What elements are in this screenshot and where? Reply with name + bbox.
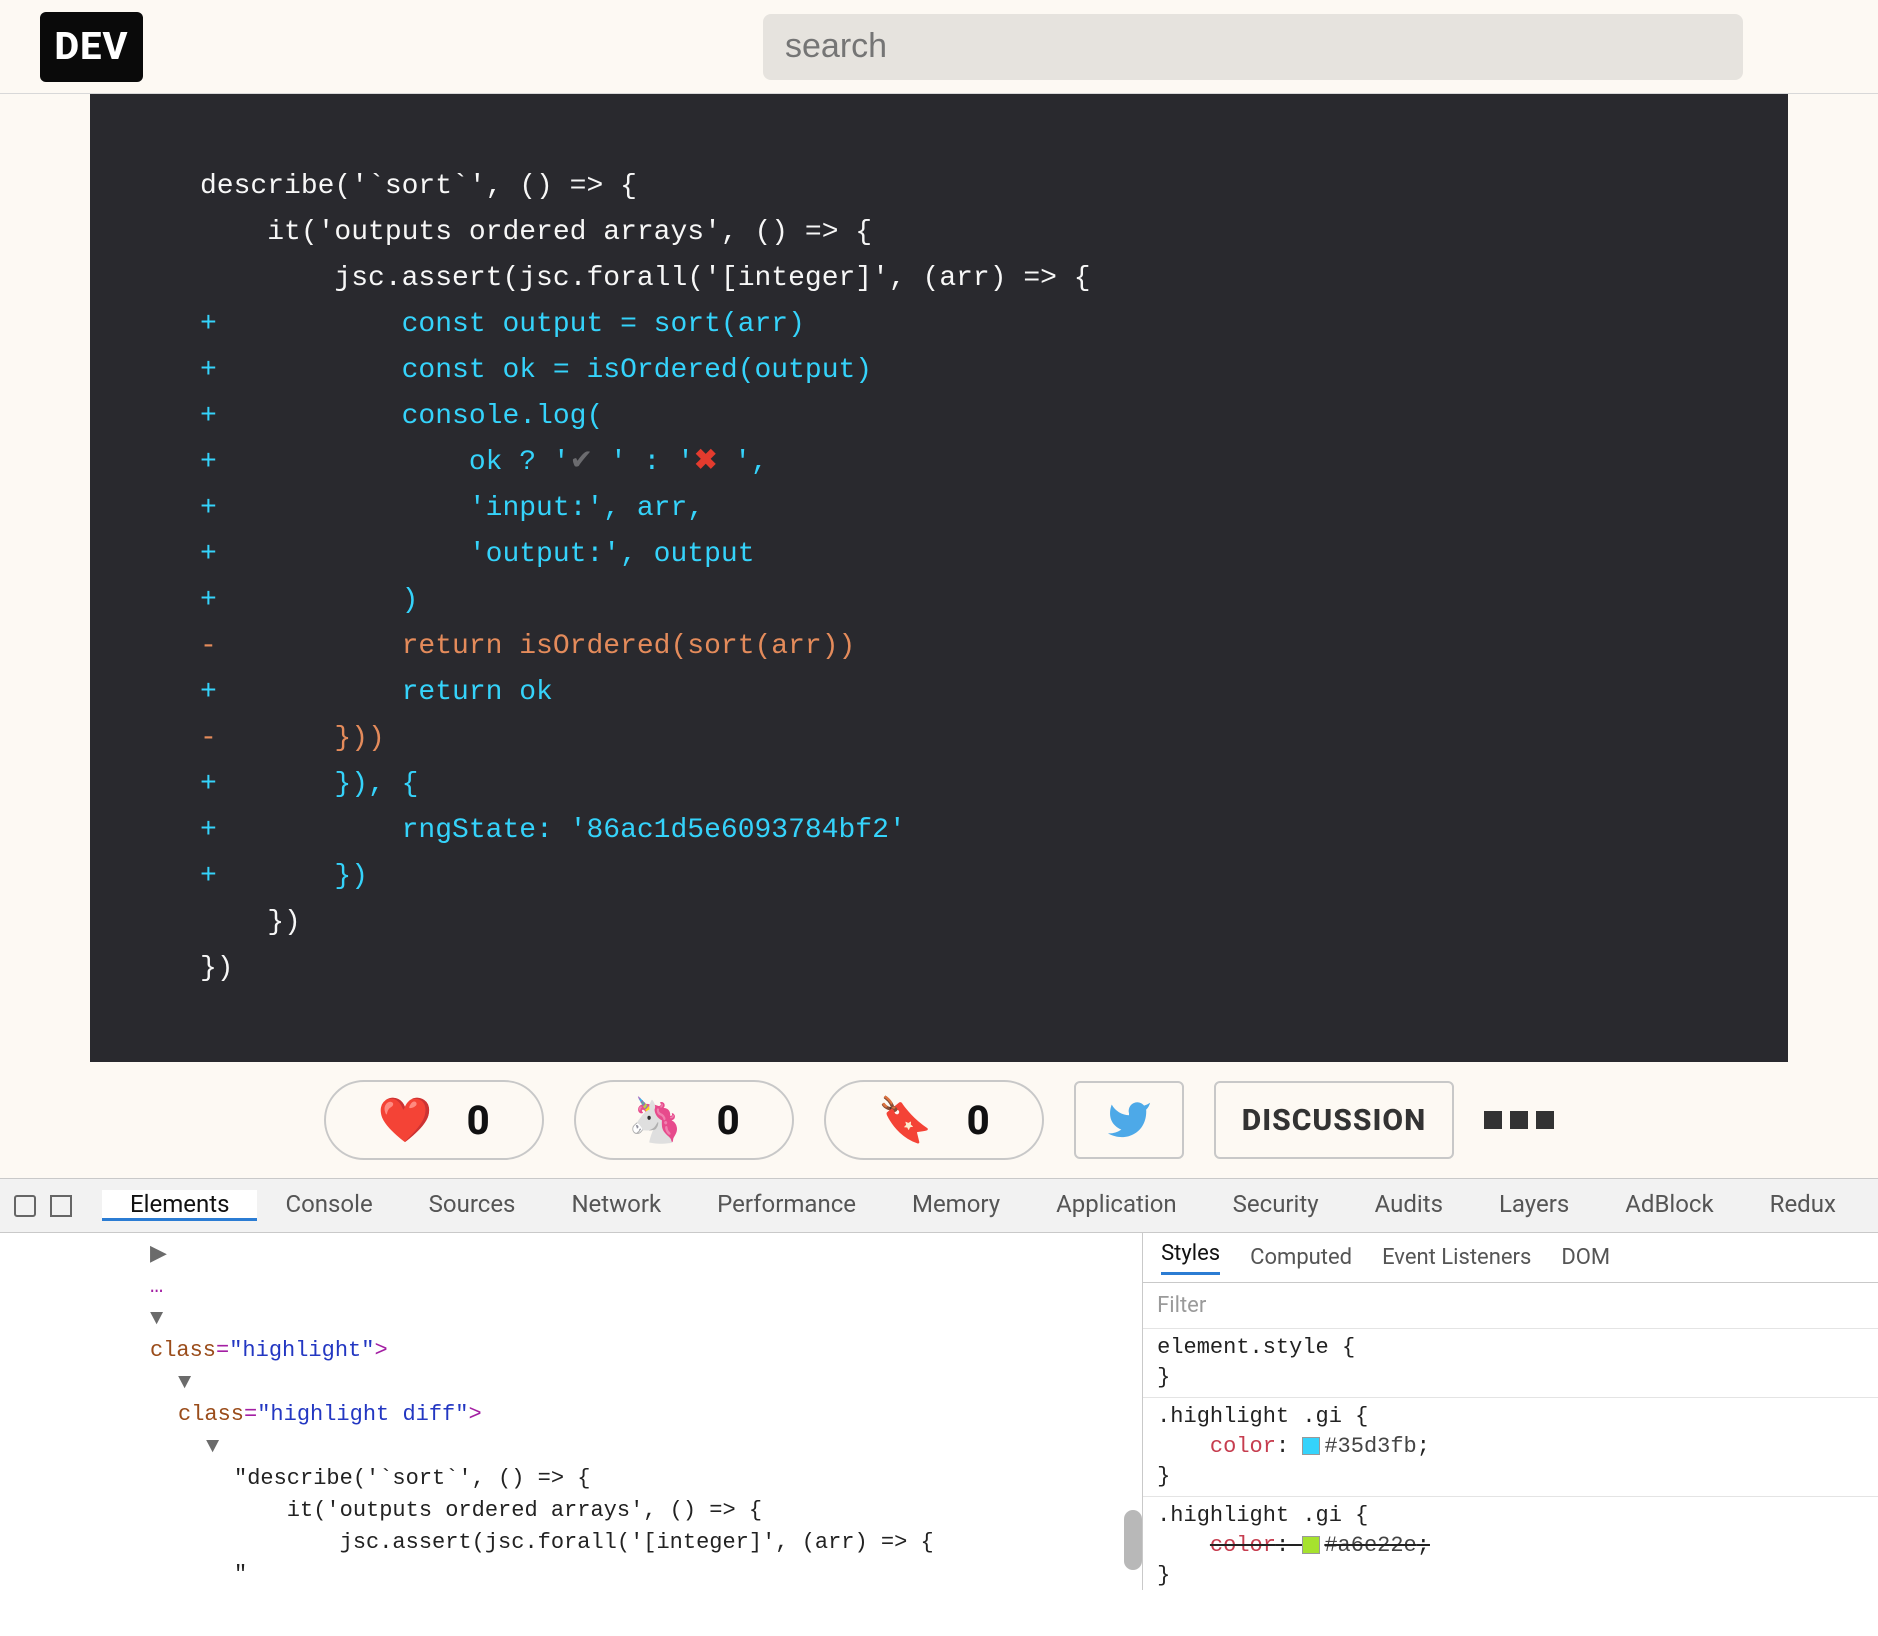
rule-selector: .highlight .gi { — [1157, 1501, 1864, 1531]
devtools-tab-reac[interactable]: Reac — [1864, 1190, 1878, 1218]
diff-added-line: + return ok — [200, 670, 1728, 716]
devtools-body: ▶…▼class="highlight">▼class="highlight d… — [0, 1233, 1878, 1590]
devtools-tab-memory[interactable]: Memory — [884, 1190, 1028, 1218]
styles-tab-dom[interactable]: DOM — [1561, 1245, 1610, 1270]
dom-node[interactable]: "describe('`sort`', () => { — [150, 1463, 1142, 1495]
dot-icon — [1536, 1111, 1554, 1129]
heart-reaction[interactable]: ❤️ 0 — [324, 1080, 544, 1160]
heart-count: 0 — [467, 1097, 490, 1144]
twitter-share-button[interactable] — [1074, 1081, 1184, 1159]
devtools-tab-layers[interactable]: Layers — [1471, 1190, 1597, 1218]
article-content: describe('`sort`', () => { it('outputs o… — [0, 94, 1878, 1062]
diff-removed-line: - })) — [200, 716, 1728, 762]
diff-added-line: + 'output:', output — [200, 532, 1728, 578]
styles-filter[interactable]: Filter — [1143, 1283, 1878, 1329]
dev-logo[interactable]: DEV — [40, 12, 143, 82]
rule-close: } — [1157, 1561, 1864, 1590]
dom-node[interactable]: " — [150, 1559, 1142, 1590]
rule-declaration[interactable]: color: #35d3fb; — [1157, 1432, 1864, 1462]
dot-icon — [1484, 1111, 1502, 1129]
styles-tab-styles[interactable]: Styles — [1161, 1241, 1220, 1275]
search-box[interactable] — [763, 14, 1743, 80]
diff-added-line: + 'input:', arr, — [200, 486, 1728, 532]
diff-removed-line: - return isOrdered(sort(arr)) — [200, 624, 1728, 670]
dom-node[interactable]: it('outputs ordered arrays', () => { — [150, 1495, 1142, 1527]
css-rules: element.style { } .highlight .gi { color… — [1143, 1329, 1878, 1590]
more-menu-button[interactable] — [1484, 1111, 1554, 1129]
rule-declaration-overridden[interactable]: color: #a6e22e; — [1157, 1531, 1864, 1561]
devtools-tab-security[interactable]: Security — [1205, 1190, 1347, 1218]
devtools-tab-elements[interactable]: Elements — [102, 1190, 257, 1221]
rule-close: } — [1157, 1363, 1864, 1393]
dom-node[interactable]: ▼class="highlight"> — [150, 1303, 1142, 1367]
devtools-tab-redux[interactable]: Redux — [1742, 1190, 1864, 1218]
dot-icon — [1510, 1111, 1528, 1129]
rule-close: } — [1157, 1462, 1864, 1492]
bookmark-icon: 🔖 — [878, 1094, 933, 1146]
diff-added-line: + const output = sort(arr) — [200, 302, 1728, 348]
devtools-tab-console[interactable]: Console — [257, 1190, 400, 1218]
dom-node[interactable]: ▶… — [150, 1239, 1142, 1303]
diff-added-line: + rngState: '86ac1d5e6093784bf2' — [200, 808, 1728, 854]
elements-tree[interactable]: ▶…▼class="highlight">▼class="highlight d… — [0, 1233, 1142, 1590]
styles-tabs: Styles Computed Event Listeners DOM — [1143, 1233, 1878, 1283]
unicorn-reaction[interactable]: 🦄 0 — [574, 1080, 794, 1160]
devtools-tabs: ElementsConsoleSourcesNetworkPerformance… — [0, 1179, 1878, 1233]
bookmark-reaction[interactable]: 🔖 0 — [824, 1080, 1044, 1160]
inspect-icon[interactable] — [14, 1195, 36, 1217]
styles-tab-computed[interactable]: Computed — [1250, 1245, 1352, 1270]
diff-added-line: + console.log( — [200, 394, 1728, 440]
diff-added-line: + const ok = isOrdered(output) — [200, 348, 1728, 394]
devtools-tab-adblock[interactable]: AdBlock — [1597, 1190, 1741, 1218]
dom-node[interactable]: jsc.assert(jsc.forall('[integer]', (arr)… — [150, 1527, 1142, 1559]
heart-icon: ❤️ — [378, 1094, 433, 1146]
discussion-button[interactable]: DISCUSSION — [1214, 1081, 1455, 1159]
code-line: it('outputs ordered arrays', () => { — [200, 210, 1728, 256]
styles-tab-event-listeners[interactable]: Event Listeners — [1382, 1245, 1531, 1270]
unicorn-icon: 🦄 — [628, 1094, 683, 1146]
rule-selector: .highlight .gi { — [1157, 1402, 1864, 1432]
devtools-tab-audits[interactable]: Audits — [1347, 1190, 1471, 1218]
diff-added-line: + }) — [200, 854, 1728, 900]
scrollbar-thumb[interactable] — [1124, 1510, 1142, 1570]
code-line: }) — [200, 900, 1728, 946]
devtools-inspect-icons[interactable] — [14, 1195, 72, 1217]
diff-added-line: + ok ? '✔ ' : '✖ ', — [200, 440, 1728, 486]
unicorn-count: 0 — [717, 1097, 740, 1144]
diff-added-line: + ) — [200, 578, 1728, 624]
reaction-bar: ❤️ 0 🦄 0 🔖 0 DISCUSSION — [0, 1062, 1878, 1178]
code-line: describe('`sort`', () => { — [200, 164, 1728, 210]
device-icon[interactable] — [50, 1195, 72, 1217]
search-input[interactable] — [785, 27, 1721, 66]
devtools-tab-application[interactable]: Application — [1028, 1190, 1205, 1218]
top-bar: DEV — [0, 0, 1878, 94]
devtools-tab-sources[interactable]: Sources — [401, 1190, 544, 1218]
devtools-tab-network[interactable]: Network — [543, 1190, 689, 1218]
code-block: describe('`sort`', () => { it('outputs o… — [90, 94, 1788, 1062]
dom-node[interactable]: ▼ — [150, 1431, 1142, 1463]
styles-pane: StylesComputedEvent ListenersDOM Filter … — [1142, 1233, 1878, 1590]
twitter-icon — [1106, 1097, 1152, 1143]
code-line: }) — [200, 946, 1728, 992]
devtools-panel: ElementsConsoleSourcesNetworkPerformance… — [0, 1178, 1878, 1590]
bookmark-count: 0 — [967, 1097, 990, 1144]
code-line: jsc.assert(jsc.forall('[integer]', (arr)… — [200, 256, 1728, 302]
rule-element-style: element.style { — [1157, 1333, 1864, 1363]
devtools-tab-performance[interactable]: Performance — [689, 1190, 884, 1218]
dom-node[interactable]: ▼class="highlight diff"> — [150, 1367, 1142, 1431]
diff-added-line: + }), { — [200, 762, 1728, 808]
